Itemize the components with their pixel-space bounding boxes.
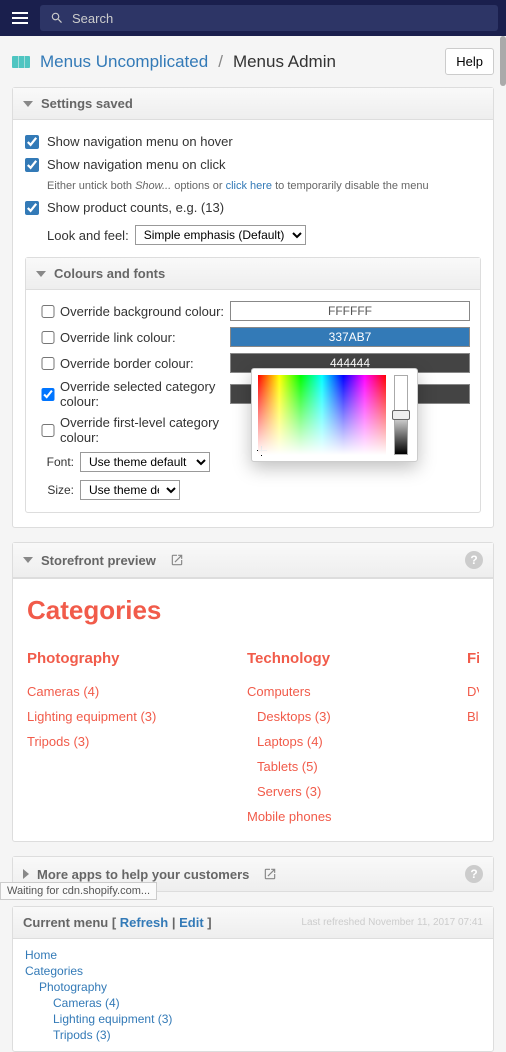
checkbox-bg-colour[interactable] — [36, 305, 60, 318]
tree-lighting[interactable]: Lighting equipment (3) — [25, 1011, 481, 1027]
disable-menu-link[interactable]: click here — [226, 180, 272, 192]
link-laptops[interactable]: Laptops (4) — [247, 729, 427, 754]
help-button[interactable]: Help — [445, 48, 494, 75]
chip-link-colour[interactable]: 337AB7 — [230, 327, 470, 347]
col-technology-header[interactable]: Technology — [247, 650, 427, 667]
untick-hint: Either untick both Show... options or cl… — [47, 180, 429, 192]
label-link-colour: Override link colour: — [60, 330, 230, 345]
chip-bg-colour[interactable]: FFFFFF — [230, 301, 470, 321]
checkbox-border-colour[interactable] — [36, 357, 60, 370]
colours-header[interactable]: Colours and fonts — [26, 258, 480, 290]
search-input[interactable] — [72, 11, 488, 26]
scrollbar-thumb[interactable] — [500, 36, 506, 86]
external-link-icon[interactable] — [263, 867, 277, 881]
chevron-down-icon — [23, 101, 33, 107]
currentmenu-header: Current menu [ Refresh | Edit ] Last ref… — [13, 907, 493, 939]
lookfeel-select[interactable]: Simple emphasis (Default) — [135, 225, 306, 245]
preview-header[interactable]: Storefront preview ? — [13, 543, 493, 578]
settings-header-text: Settings saved — [41, 96, 133, 111]
tree-home[interactable]: Home — [25, 947, 481, 963]
label-first-colour: Override first-level category colour: — [60, 415, 230, 445]
checkbox-link-colour[interactable] — [36, 331, 60, 344]
size-select[interactable]: Use theme default — [80, 480, 180, 500]
label-selected-colour: Override selected category colour: — [60, 379, 230, 409]
col-photography-header[interactable]: Photography — [27, 650, 207, 667]
categories-title: Categories — [27, 595, 479, 626]
link-lighting[interactable]: Lighting equipment (3) — [27, 704, 207, 729]
help-icon[interactable]: ? — [465, 551, 483, 569]
link-cameras[interactable]: Cameras (4) — [27, 679, 207, 704]
lookfeel-label: Look and feel: — [47, 228, 129, 243]
label-bg-colour: Override background colour: — [60, 304, 230, 319]
external-link-icon[interactable] — [170, 553, 184, 567]
tree-tripods[interactable]: Tripods (3) — [25, 1027, 481, 1043]
tree-photography[interactable]: Photography — [25, 979, 481, 995]
preview-panel: Storefront preview ? Categories Photogra… — [12, 542, 494, 842]
hamburger-menu-icon[interactable] — [8, 6, 32, 30]
value-slider-thumb[interactable] — [392, 410, 410, 420]
label-hover: Show navigation menu on hover — [47, 134, 233, 149]
settings-panel-header[interactable]: Settings saved — [13, 88, 493, 120]
link-servers[interactable]: Servers (3) — [247, 779, 427, 804]
search-icon — [50, 11, 64, 25]
label-border-colour: Override border colour: — [60, 356, 230, 371]
color-picker-popup[interactable] — [251, 368, 418, 462]
chevron-right-icon — [23, 869, 29, 879]
topbar — [0, 0, 506, 36]
checkbox-hover[interactable] — [25, 135, 39, 149]
breadcrumb-current: Menus Admin — [233, 52, 336, 72]
chevron-down-icon — [36, 271, 46, 277]
link-tablets[interactable]: Tablets (5) — [247, 754, 427, 779]
app-icon — [12, 56, 30, 68]
col-film-header[interactable]: Film — [467, 650, 479, 667]
link-dvd[interactable]: DVD — [467, 679, 479, 704]
refresh-timestamp: Last refreshed November 11, 2017 07:41 — [301, 917, 483, 928]
size-label: Size: — [36, 483, 74, 497]
breadcrumb: Menus Uncomplicated / Menus Admin Help — [0, 36, 506, 87]
tree-cameras[interactable]: Cameras (4) — [25, 995, 481, 1011]
settings-panel: Settings saved Show navigation menu on h… — [12, 87, 494, 528]
currentmenu-panel: Current menu [ Refresh | Edit ] Last ref… — [12, 906, 494, 1052]
help-icon[interactable]: ? — [465, 865, 483, 883]
link-mobile[interactable]: Mobile phones — [247, 804, 427, 829]
chevron-down-icon — [23, 557, 33, 563]
search-box[interactable] — [40, 5, 498, 31]
breadcrumb-app-link[interactable]: Menus Uncomplicated — [40, 52, 208, 72]
value-slider[interactable] — [394, 375, 408, 455]
checkbox-selected-colour[interactable] — [36, 388, 60, 401]
edit-link[interactable]: Edit — [179, 915, 204, 930]
colours-panel: Colours and fonts Override background co… — [25, 257, 481, 513]
font-select[interactable]: Use theme default — [80, 452, 210, 472]
link-tripods[interactable]: Tripods (3) — [27, 729, 207, 754]
link-computers[interactable]: Computers — [247, 679, 427, 704]
label-counts: Show product counts, e.g. (13) — [47, 200, 224, 215]
checkbox-counts[interactable] — [25, 201, 39, 215]
tree-categories[interactable]: Categories — [25, 963, 481, 979]
label-click: Show navigation menu on click — [47, 157, 226, 172]
status-bar: Waiting for cdn.shopify.com... — [0, 882, 157, 900]
checkbox-first-colour[interactable] — [36, 424, 60, 437]
colorpicker-cursor-icon[interactable] — [257, 446, 267, 456]
font-label: Font: — [36, 455, 74, 469]
link-desktops[interactable]: Desktops (3) — [247, 704, 427, 729]
menu-tree: Home Categories Photography Cameras (4) … — [13, 939, 493, 1051]
hue-saturation-area[interactable] — [258, 375, 386, 455]
checkbox-click[interactable] — [25, 158, 39, 172]
link-blur[interactable]: Blu-r — [467, 704, 479, 729]
refresh-link[interactable]: Refresh — [120, 915, 168, 930]
breadcrumb-separator: / — [218, 52, 223, 72]
